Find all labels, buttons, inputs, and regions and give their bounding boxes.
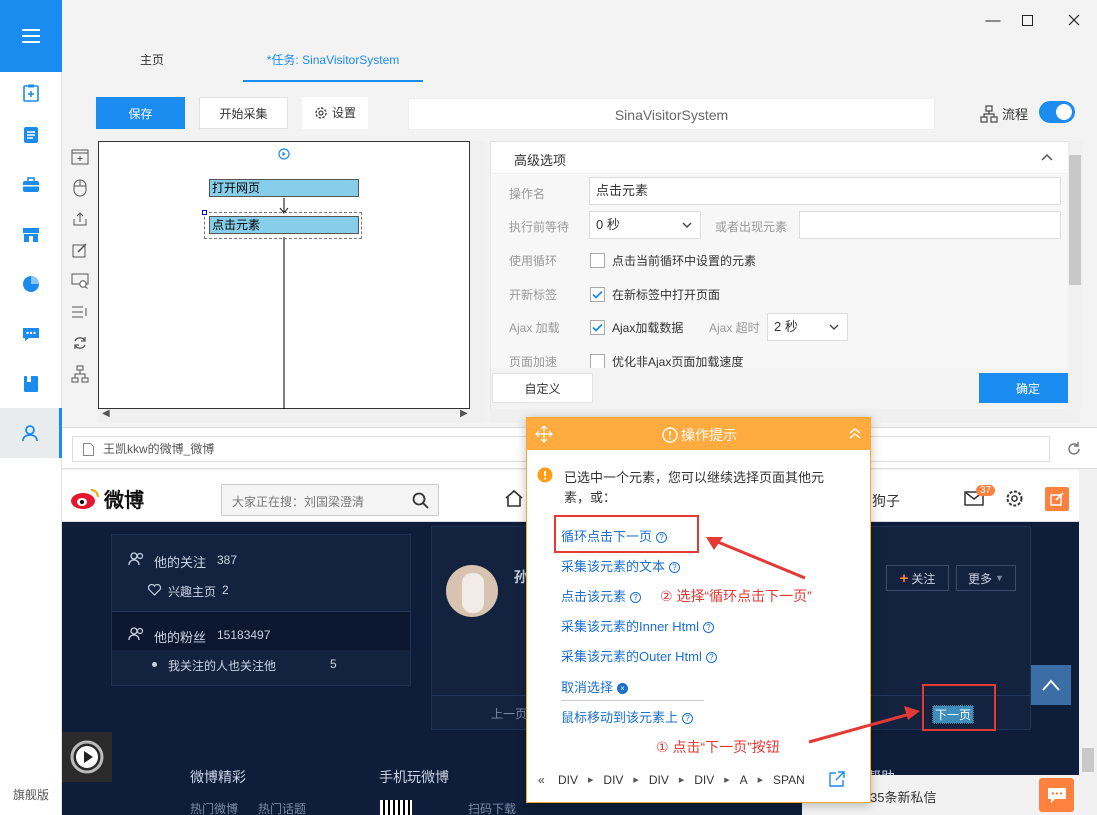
annotation-step2: ② 选择“循环点击下一页”	[660, 588, 812, 604]
annotation-step1: ① 点击“下一页”按钮	[656, 739, 780, 755]
annotation-arrows	[706, 537, 920, 744]
